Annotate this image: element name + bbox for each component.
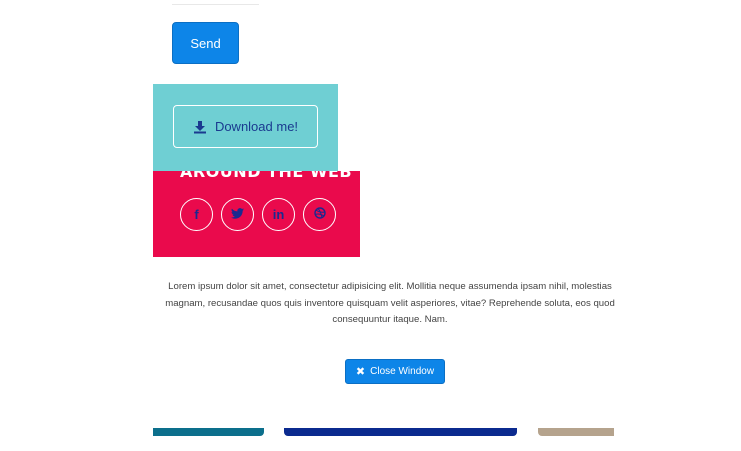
close-window-label: Close Window <box>370 366 435 377</box>
close-icon: ✖ <box>355 366 366 378</box>
linkedin-icon: in <box>272 207 285 222</box>
portfolio-thumbnail[interactable] <box>538 428 614 436</box>
twitter-icon <box>231 207 244 222</box>
dribbble-button[interactable] <box>303 198 336 231</box>
around-the-web-heading: AROUND THE WEB <box>180 171 353 181</box>
portfolio-thumbnails-strip <box>153 428 614 443</box>
message-input-underline[interactable] <box>172 4 259 5</box>
linkedin-button[interactable]: in <box>262 198 295 231</box>
download-button[interactable]: Download me! <box>173 105 318 148</box>
page: Send Download me! AROUND THE WEB f in Lo… <box>0 0 741 451</box>
portfolio-thumbnail[interactable] <box>284 428 517 436</box>
close-window-button[interactable]: ✖ Close Window <box>345 359 445 384</box>
social-links: f in <box>180 198 336 231</box>
send-button[interactable]: Send <box>172 22 239 64</box>
download-panel: Download me! <box>153 84 338 171</box>
around-the-web-panel: AROUND THE WEB f in <box>153 171 360 257</box>
portfolio-thumbnail[interactable] <box>153 428 264 436</box>
facebook-button[interactable]: f <box>180 198 213 231</box>
body-paragraph: Lorem ipsum dolor sit amet, consectetur … <box>165 281 615 325</box>
download-button-label: Download me! <box>214 119 299 134</box>
facebook-icon: f <box>194 207 199 222</box>
twitter-button[interactable] <box>221 198 254 231</box>
download-icon <box>193 120 207 134</box>
dribbble-icon <box>313 207 326 222</box>
